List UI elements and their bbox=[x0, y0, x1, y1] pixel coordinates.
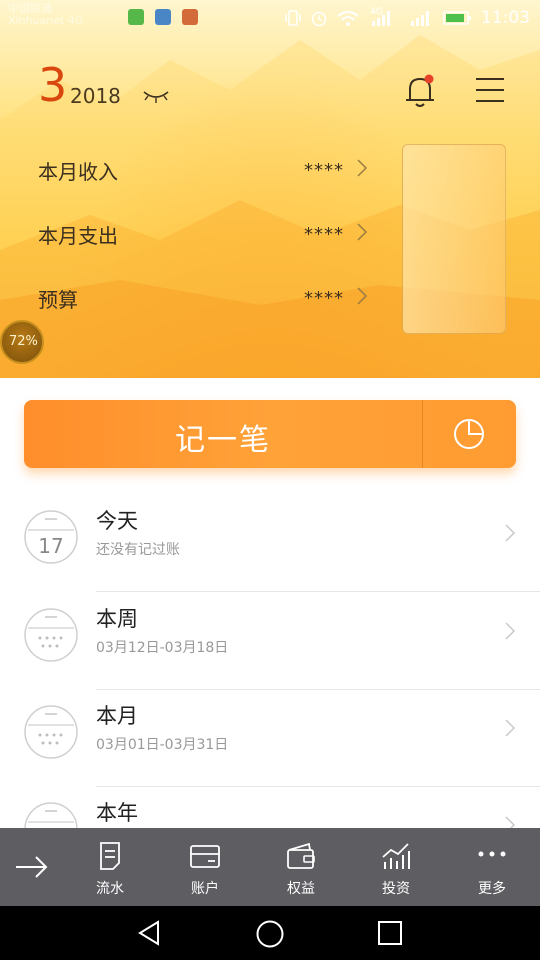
recents-icon[interactable] bbox=[377, 920, 403, 946]
income-value: **** bbox=[304, 160, 344, 181]
tab-label: 更多 bbox=[478, 881, 506, 897]
chevron-right-icon bbox=[357, 159, 368, 177]
calendar-icon bbox=[24, 705, 78, 759]
wallet-icon bbox=[287, 842, 315, 869]
tab-more[interactable]: 更多 bbox=[444, 828, 540, 906]
list-item-title: 本年 bbox=[96, 801, 138, 825]
list-item-subtitle: 还没有记过账 bbox=[96, 542, 180, 558]
bell-icon[interactable] bbox=[402, 72, 438, 110]
list-item-title: 本月 bbox=[96, 704, 138, 728]
budget-percent-badge[interactable]: 72% bbox=[0, 320, 44, 364]
pie-chart-icon[interactable] bbox=[452, 417, 486, 451]
budget-label: 预算 bbox=[38, 288, 78, 312]
chevron-right-icon bbox=[505, 524, 516, 542]
expense-value: **** bbox=[304, 224, 344, 245]
tab-label: 投资 bbox=[382, 881, 410, 897]
expense-row[interactable]: 本月支出 **** bbox=[38, 218, 368, 248]
chevron-right-icon bbox=[357, 287, 368, 305]
card-icon bbox=[190, 845, 220, 868]
budget-value: **** bbox=[304, 288, 344, 309]
tab-benefits[interactable]: 权益 bbox=[253, 828, 349, 906]
bottom-tab-bar: 流水 账户 权益 投资 更多 bbox=[0, 828, 540, 906]
system-navigation-bar bbox=[0, 906, 540, 960]
month-number[interactable]: 3 bbox=[38, 60, 67, 110]
menu-icon[interactable] bbox=[474, 76, 506, 104]
summary-card-placeholder[interactable] bbox=[402, 144, 506, 334]
chevron-right-icon bbox=[357, 223, 368, 241]
calendar-icon bbox=[24, 608, 78, 662]
clock: 11:03 bbox=[481, 8, 530, 28]
year-number[interactable]: 2018 bbox=[70, 84, 121, 108]
calendar-icon: 17 bbox=[24, 510, 78, 564]
budget-percent-text: 72% bbox=[9, 334, 38, 349]
chart-icon bbox=[382, 843, 410, 869]
record-entry-label: 记一笔 bbox=[175, 423, 271, 458]
button-divider bbox=[422, 400, 423, 468]
app-notification-icon bbox=[155, 9, 171, 25]
calendar-day: 17 bbox=[38, 534, 63, 558]
network-type: 4G bbox=[370, 7, 383, 17]
list-item-title: 本周 bbox=[96, 607, 138, 631]
signal-icon bbox=[411, 11, 429, 26]
budget-row[interactable]: 预算 **** bbox=[38, 282, 368, 312]
document-icon bbox=[100, 842, 120, 870]
carrier-sub: Xinhuanet 4G bbox=[8, 14, 84, 27]
home-icon[interactable] bbox=[255, 919, 285, 949]
vibrate-icon bbox=[285, 10, 302, 26]
eye-closed-icon[interactable] bbox=[142, 88, 170, 106]
battery-icon bbox=[443, 11, 471, 25]
tab-label: 流水 bbox=[96, 881, 124, 897]
income-row[interactable]: 本月收入 **** bbox=[38, 154, 368, 184]
chevron-right-icon bbox=[505, 622, 516, 640]
record-entry-button[interactable]: 记一笔 bbox=[24, 400, 516, 468]
app-notification-icon bbox=[128, 9, 144, 25]
chevron-right-icon bbox=[505, 719, 516, 737]
list-item-month[interactable]: 本月 03月01日-03月31日 bbox=[0, 690, 540, 787]
list-item-title: 今天 bbox=[96, 509, 138, 533]
expense-label: 本月支出 bbox=[38, 224, 118, 248]
tab-label: 账户 bbox=[191, 881, 219, 897]
list-item-subtitle: 03月01日-03月31日 bbox=[96, 737, 229, 753]
wifi-icon bbox=[337, 11, 359, 26]
list-item-today[interactable]: 17 今天 还没有记过账 bbox=[0, 495, 540, 592]
tab-transactions[interactable]: 流水 bbox=[62, 828, 158, 906]
back-icon[interactable] bbox=[136, 919, 164, 947]
divider bbox=[96, 591, 540, 592]
more-icon bbox=[478, 851, 506, 857]
summary-header: 中国联通 Xinhuanet 4G 4G 11:03 3 2018 本月收入 *… bbox=[0, 0, 540, 378]
app-notification-icon bbox=[182, 9, 198, 25]
arrow-right-icon[interactable] bbox=[14, 852, 50, 882]
alarm-icon bbox=[312, 11, 327, 27]
list-item-subtitle: 03月12日-03月18日 bbox=[96, 640, 229, 656]
income-label: 本月收入 bbox=[38, 160, 118, 184]
carrier-text: 中国联通 Xinhuanet 4G bbox=[8, 3, 83, 27]
tab-invest[interactable]: 投资 bbox=[348, 828, 444, 906]
status-bar: 中国联通 Xinhuanet 4G 4G 11:03 bbox=[0, 0, 540, 36]
list-item-week[interactable]: 本周 03月12日-03月18日 bbox=[0, 593, 540, 690]
tab-accounts[interactable]: 账户 bbox=[157, 828, 253, 906]
tab-label: 权益 bbox=[287, 881, 315, 897]
